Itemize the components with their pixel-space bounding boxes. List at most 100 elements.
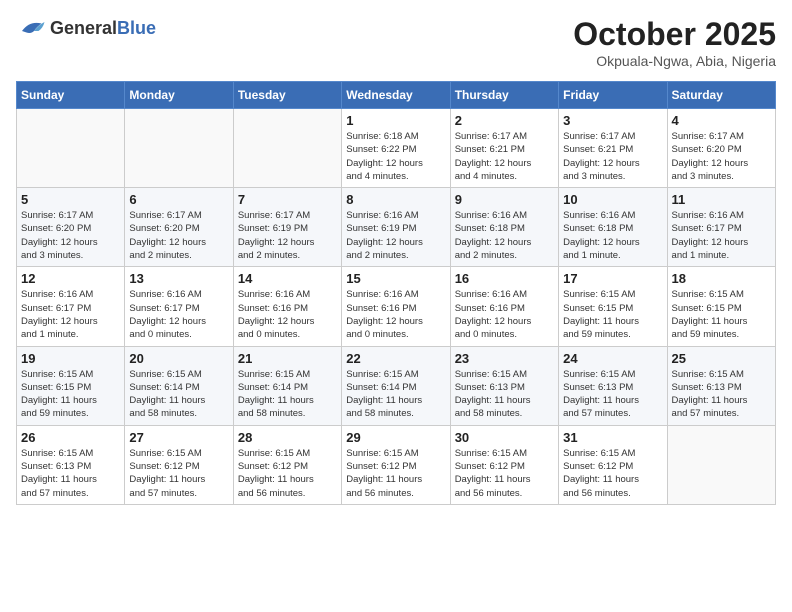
calendar-cell bbox=[125, 109, 233, 188]
day-info: Sunrise: 6:17 AM Sunset: 6:20 PM Dayligh… bbox=[672, 130, 771, 183]
weekday-header-friday: Friday bbox=[559, 82, 667, 109]
day-number: 19 bbox=[21, 351, 120, 366]
calendar-week-1: 1 Sunrise: 6:18 AM Sunset: 6:22 PM Daylig… bbox=[17, 109, 776, 188]
logo-text-general: General bbox=[50, 18, 117, 38]
calendar-cell: 22 Sunrise: 6:15 AM Sunset: 6:14 PM Dayli… bbox=[342, 346, 450, 425]
day-number: 1 bbox=[346, 113, 445, 128]
day-number: 8 bbox=[346, 192, 445, 207]
calendar-cell: 8 Sunrise: 6:16 AM Sunset: 6:19 PM Daylig… bbox=[342, 188, 450, 267]
calendar-cell: 15Sunrise: 6:16 AM Sunset: 6:16 PM Dayli… bbox=[342, 267, 450, 346]
day-info: Sunrise: 6:15 AM Sunset: 6:12 PM Dayligh… bbox=[563, 447, 662, 500]
calendar-cell: 30Sunrise: 6:15 AM Sunset: 6:12 PM Dayli… bbox=[450, 425, 558, 504]
day-number: 10 bbox=[563, 192, 662, 207]
calendar-cell: 25 Sunrise: 6:15 AM Sunset: 6:13 PM Dayli… bbox=[667, 346, 775, 425]
day-info: Sunrise: 6:15 AM Sunset: 6:14 PM Dayligh… bbox=[346, 368, 445, 421]
calendar-week-2: 5 Sunrise: 6:17 AM Sunset: 6:20 PM Daylig… bbox=[17, 188, 776, 267]
day-number: 4 bbox=[672, 113, 771, 128]
calendar-table: SundayMondayTuesdayWednesdayThursdayFrid… bbox=[16, 81, 776, 505]
day-number: 9 bbox=[455, 192, 554, 207]
calendar-week-5: 26 Sunrise: 6:15 AM Sunset: 6:13 PM Dayli… bbox=[17, 425, 776, 504]
weekday-header-thursday: Thursday bbox=[450, 82, 558, 109]
day-info: Sunrise: 6:15 AM Sunset: 6:13 PM Dayligh… bbox=[21, 447, 120, 500]
day-number: 5 bbox=[21, 192, 120, 207]
calendar-week-4: 19Sunrise: 6:15 AM Sunset: 6:15 PM Dayli… bbox=[17, 346, 776, 425]
day-number: 3 bbox=[563, 113, 662, 128]
month-title: October 2025 bbox=[573, 16, 776, 53]
logo: GeneralBlue bbox=[16, 16, 156, 40]
day-info: Sunrise: 6:18 AM Sunset: 6:22 PM Dayligh… bbox=[346, 130, 445, 183]
calendar-cell: 11 Sunrise: 6:16 AM Sunset: 6:17 PM Dayli… bbox=[667, 188, 775, 267]
day-info: Sunrise: 6:16 AM Sunset: 6:17 PM Dayligh… bbox=[672, 209, 771, 262]
weekday-header-wednesday: Wednesday bbox=[342, 82, 450, 109]
day-info: Sunrise: 6:15 AM Sunset: 6:15 PM Dayligh… bbox=[563, 288, 662, 341]
day-number: 7 bbox=[238, 192, 337, 207]
calendar-cell: 7Sunrise: 6:17 AM Sunset: 6:19 PM Daylig… bbox=[233, 188, 341, 267]
calendar-cell: 16 Sunrise: 6:16 AM Sunset: 6:16 PM Dayli… bbox=[450, 267, 558, 346]
calendar-cell: 28 Sunrise: 6:15 AM Sunset: 6:12 PM Dayli… bbox=[233, 425, 341, 504]
day-number: 18 bbox=[672, 271, 771, 286]
day-number: 16 bbox=[455, 271, 554, 286]
calendar-week-3: 12 Sunrise: 6:16 AM Sunset: 6:17 PM Dayli… bbox=[17, 267, 776, 346]
day-info: Sunrise: 6:16 AM Sunset: 6:16 PM Dayligh… bbox=[238, 288, 337, 341]
calendar-cell: 19Sunrise: 6:15 AM Sunset: 6:15 PM Dayli… bbox=[17, 346, 125, 425]
weekday-header-monday: Monday bbox=[125, 82, 233, 109]
day-number: 24 bbox=[563, 351, 662, 366]
calendar-cell: 4 Sunrise: 6:17 AM Sunset: 6:20 PM Daylig… bbox=[667, 109, 775, 188]
day-number: 27 bbox=[129, 430, 228, 445]
weekday-header-sunday: Sunday bbox=[17, 82, 125, 109]
calendar-cell: 29Sunrise: 6:15 AM Sunset: 6:12 PM Dayli… bbox=[342, 425, 450, 504]
day-number: 23 bbox=[455, 351, 554, 366]
day-info: Sunrise: 6:16 AM Sunset: 6:17 PM Dayligh… bbox=[21, 288, 120, 341]
title-block: October 2025 Okpuala-Ngwa, Abia, Nigeria bbox=[573, 16, 776, 69]
location-subtitle: Okpuala-Ngwa, Abia, Nigeria bbox=[573, 53, 776, 69]
day-number: 2 bbox=[455, 113, 554, 128]
day-number: 6 bbox=[129, 192, 228, 207]
calendar-cell bbox=[233, 109, 341, 188]
day-info: Sunrise: 6:16 AM Sunset: 6:16 PM Dayligh… bbox=[455, 288, 554, 341]
calendar-cell: 9Sunrise: 6:16 AM Sunset: 6:18 PM Daylig… bbox=[450, 188, 558, 267]
day-info: Sunrise: 6:15 AM Sunset: 6:12 PM Dayligh… bbox=[455, 447, 554, 500]
calendar-cell: 10 Sunrise: 6:16 AM Sunset: 6:18 PM Dayli… bbox=[559, 188, 667, 267]
day-info: Sunrise: 6:15 AM Sunset: 6:12 PM Dayligh… bbox=[238, 447, 337, 500]
day-info: Sunrise: 6:15 AM Sunset: 6:15 PM Dayligh… bbox=[672, 288, 771, 341]
calendar-cell: 23Sunrise: 6:15 AM Sunset: 6:13 PM Dayli… bbox=[450, 346, 558, 425]
day-number: 13 bbox=[129, 271, 228, 286]
calendar-cell: 2 Sunrise: 6:17 AM Sunset: 6:21 PM Daylig… bbox=[450, 109, 558, 188]
day-info: Sunrise: 6:16 AM Sunset: 6:17 PM Dayligh… bbox=[129, 288, 228, 341]
day-info: Sunrise: 6:17 AM Sunset: 6:21 PM Dayligh… bbox=[563, 130, 662, 183]
day-number: 22 bbox=[346, 351, 445, 366]
day-number: 20 bbox=[129, 351, 228, 366]
day-number: 28 bbox=[238, 430, 337, 445]
day-number: 21 bbox=[238, 351, 337, 366]
calendar-cell: 14Sunrise: 6:16 AM Sunset: 6:16 PM Dayli… bbox=[233, 267, 341, 346]
calendar-cell bbox=[667, 425, 775, 504]
calendar-cell: 6Sunrise: 6:17 AM Sunset: 6:20 PM Daylig… bbox=[125, 188, 233, 267]
calendar-cell bbox=[17, 109, 125, 188]
day-info: Sunrise: 6:15 AM Sunset: 6:13 PM Dayligh… bbox=[672, 368, 771, 421]
day-info: Sunrise: 6:15 AM Sunset: 6:12 PM Dayligh… bbox=[129, 447, 228, 500]
calendar-cell: 21 Sunrise: 6:15 AM Sunset: 6:14 PM Dayli… bbox=[233, 346, 341, 425]
day-info: Sunrise: 6:17 AM Sunset: 6:20 PM Dayligh… bbox=[21, 209, 120, 262]
calendar-cell: 3 Sunrise: 6:17 AM Sunset: 6:21 PM Daylig… bbox=[559, 109, 667, 188]
calendar-cell: 27 Sunrise: 6:15 AM Sunset: 6:12 PM Dayli… bbox=[125, 425, 233, 504]
day-number: 31 bbox=[563, 430, 662, 445]
day-info: Sunrise: 6:15 AM Sunset: 6:13 PM Dayligh… bbox=[563, 368, 662, 421]
page-header: GeneralBlue October 2025 Okpuala-Ngwa, A… bbox=[16, 16, 776, 69]
day-number: 25 bbox=[672, 351, 771, 366]
calendar-cell: 17 Sunrise: 6:15 AM Sunset: 6:15 PM Dayli… bbox=[559, 267, 667, 346]
day-number: 26 bbox=[21, 430, 120, 445]
weekday-header-saturday: Saturday bbox=[667, 82, 775, 109]
day-number: 17 bbox=[563, 271, 662, 286]
calendar-cell: 18 Sunrise: 6:15 AM Sunset: 6:15 PM Dayli… bbox=[667, 267, 775, 346]
day-number: 11 bbox=[672, 192, 771, 207]
day-info: Sunrise: 6:16 AM Sunset: 6:19 PM Dayligh… bbox=[346, 209, 445, 262]
calendar-cell: 24 Sunrise: 6:15 AM Sunset: 6:13 PM Dayli… bbox=[559, 346, 667, 425]
day-info: Sunrise: 6:16 AM Sunset: 6:18 PM Dayligh… bbox=[563, 209, 662, 262]
calendar-cell: 13 Sunrise: 6:16 AM Sunset: 6:17 PM Dayli… bbox=[125, 267, 233, 346]
day-info: Sunrise: 6:15 AM Sunset: 6:14 PM Dayligh… bbox=[238, 368, 337, 421]
day-info: Sunrise: 6:17 AM Sunset: 6:21 PM Dayligh… bbox=[455, 130, 554, 183]
day-info: Sunrise: 6:15 AM Sunset: 6:12 PM Dayligh… bbox=[346, 447, 445, 500]
day-info: Sunrise: 6:16 AM Sunset: 6:16 PM Dayligh… bbox=[346, 288, 445, 341]
logo-bird-icon bbox=[16, 16, 46, 40]
day-number: 12 bbox=[21, 271, 120, 286]
